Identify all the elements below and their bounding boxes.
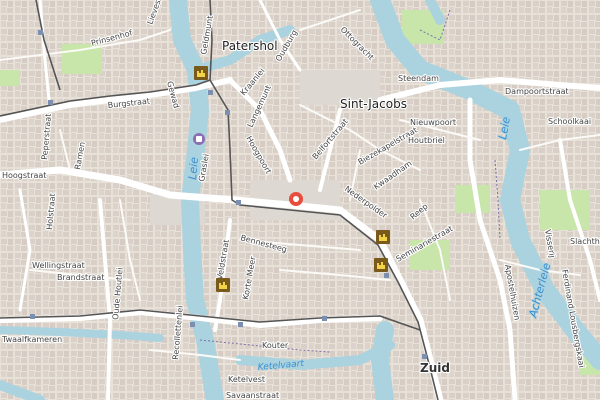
street-label: Kouter xyxy=(262,341,289,350)
castle-icon[interactable] xyxy=(376,230,390,244)
street-label: Slachthuisstraat xyxy=(570,237,600,246)
street-label: Wellingstraat xyxy=(32,261,85,270)
street-label: Nieuwpoort xyxy=(410,118,456,127)
map-canvas[interactable]: Lieveskaai Prinsenhof Gewad Geldmunt Oud… xyxy=(0,0,600,400)
location-pin-icon[interactable] xyxy=(289,192,303,206)
district-label-sint-jacobs: Sint-Jacobs xyxy=(340,97,407,111)
street-label: Savaanstraat xyxy=(226,391,279,400)
district-label-patershol: Patershol xyxy=(222,39,278,53)
street-label: Ketelvest xyxy=(228,375,265,384)
street-label: Schoolkaai xyxy=(548,117,591,126)
street-label: Zuid xyxy=(420,361,450,375)
street-label: Twaalfkameren xyxy=(1,335,62,344)
street-label: Dampoortstraat xyxy=(505,87,569,96)
castle-icon[interactable] xyxy=(194,66,208,80)
street-label: Steendam xyxy=(398,74,439,83)
castle-icon[interactable] xyxy=(216,278,230,292)
street-label: Brandstraat xyxy=(57,273,104,282)
bus-stop-icon[interactable] xyxy=(193,133,205,145)
street-label: Houtbriel xyxy=(408,136,445,145)
water-label: Leie xyxy=(186,156,201,180)
castle-icon[interactable] xyxy=(374,258,388,272)
map-view[interactable]: Lieveskaai Prinsenhof Gewad Geldmunt Oud… xyxy=(0,0,600,400)
street-label: Hoogstraat xyxy=(2,171,46,180)
